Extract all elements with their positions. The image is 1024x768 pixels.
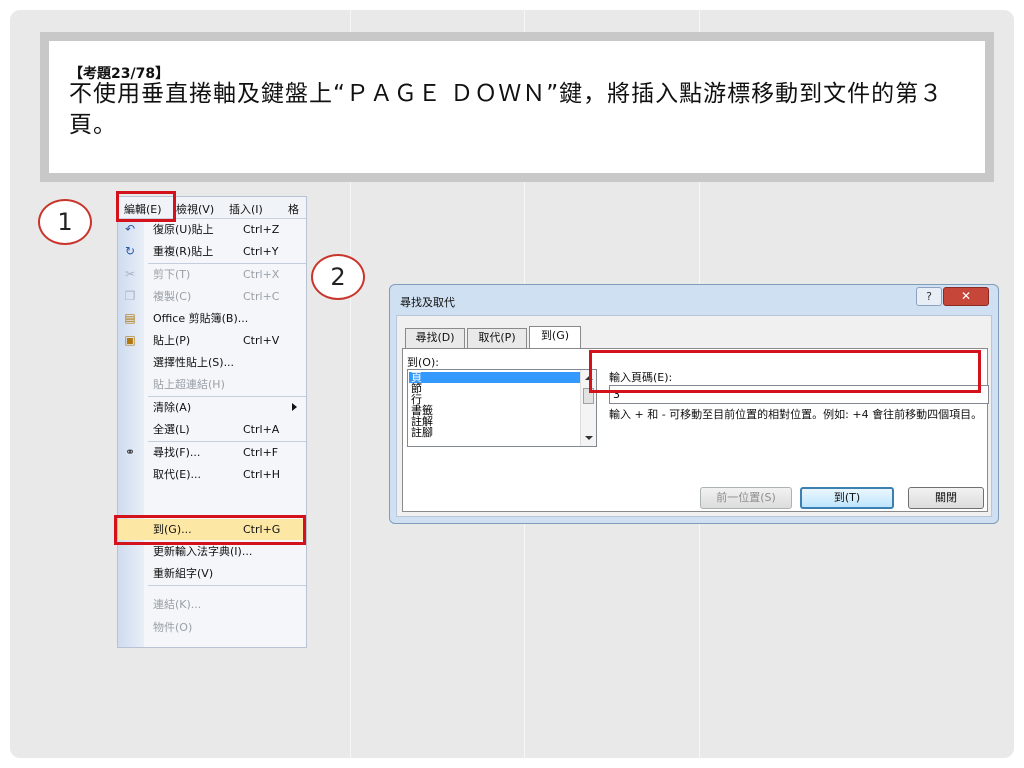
menu-separator	[148, 585, 306, 586]
menu-item-shortcut: Ctrl+F	[243, 446, 279, 459]
copy-icon: ❐	[124, 289, 136, 303]
menu-item-undo[interactable]: ↶ 復原(U)貼上 Ctrl+Z	[118, 219, 308, 240]
menu-item-copy[interactable]: ❐ 複製(C) Ctrl+C	[118, 286, 308, 307]
find-replace-dialog: 尋找及取代 ? ✕ 尋找(D) 取代(P) 到(G) 到(O): 頁 節 行 書…	[389, 284, 999, 524]
menu-item-replace[interactable]: 取代(E)... Ctrl+H	[118, 464, 308, 485]
menu-item-label: 剪下(T)	[153, 268, 191, 281]
tab-goto[interactable]: 到(G)	[529, 326, 581, 349]
question-box: 【考題23/78】 不使用垂直捲軸及鍵盤上“ＰＡＧＥ ＤＯＷＮ”鍵，將插入點游標…	[40, 32, 994, 182]
menu-item-label: 重新組字(V)	[153, 567, 214, 580]
menu-item-clear[interactable]: 清除(A)	[118, 397, 308, 418]
menu-item-label: 貼上超連結(H)	[153, 378, 225, 391]
menu-item-paste-hyperlink[interactable]: 貼上超連結(H)	[118, 374, 308, 395]
cut-icon: ✂	[124, 267, 136, 281]
edit-menu: 編輯(E) 檢視(V) 插入(I) 格 ↶ 復原(U)貼上 Ctrl+Z ↻ 重…	[117, 196, 307, 648]
previous-button[interactable]: 前一位置(S)	[700, 487, 792, 509]
menu-insert[interactable]: 插入(I)	[229, 201, 263, 217]
menu-item-label: 尋找(F)...	[153, 446, 201, 459]
menu-item-office-clipboard[interactable]: ▤ Office 剪貼簿(B)...	[118, 308, 308, 329]
close-icon[interactable]: ✕	[943, 287, 989, 306]
menu-item-shortcut: Ctrl+Z	[243, 223, 280, 236]
menu-item-shortcut: Ctrl+A	[243, 423, 280, 436]
menu-item-links[interactable]: 連結(K)...	[118, 594, 308, 615]
list-selection	[409, 372, 581, 383]
goto-what-label: 到(O):	[407, 356, 439, 369]
dialog-title: 尋找及取代	[400, 296, 455, 309]
tab-find[interactable]: 尋找(D)	[405, 328, 465, 348]
menu-item-label: 複製(C)	[153, 290, 192, 303]
menu-item-label: 清除(A)	[153, 401, 192, 414]
menu-item-shortcut: Ctrl+V	[243, 334, 280, 347]
menu-item-label: Office 剪貼簿(B)...	[153, 312, 249, 325]
menu-item-label: 取代(E)...	[153, 468, 202, 481]
tab-replace[interactable]: 取代(P)	[467, 328, 527, 348]
close-button[interactable]: 關閉	[908, 487, 984, 509]
goto-hint: 輸入 + 和 - 可移動至目前位置的相對位置。例如: +4 會往前移動四個項目。	[609, 408, 983, 421]
menu-item-shortcut: Ctrl+H	[243, 468, 281, 481]
menu-item-label: 重複(R)貼上	[153, 245, 214, 258]
binoculars-icon: ⚭	[124, 445, 136, 459]
menu-view[interactable]: 檢視(V)	[176, 201, 214, 217]
menu-item-label: 連結(K)...	[153, 598, 202, 611]
scroll-down-icon[interactable]	[585, 436, 593, 440]
undo-icon: ↶	[124, 222, 136, 236]
paste-icon: ▣	[124, 333, 136, 347]
menu-item-reconvert[interactable]: 重新組字(V)	[118, 563, 308, 584]
dialog-body: 尋找(D) 取代(P) 到(G) 到(O): 頁 節 行 書籤 註解 註腳 輸入…	[396, 315, 992, 517]
menu-item-cut[interactable]: ✂ 剪下(T) Ctrl+X	[118, 264, 308, 285]
menu-item-label: 選擇性貼上(S)...	[153, 356, 235, 369]
menu-item-shortcut: Ctrl+C	[243, 290, 280, 303]
submenu-arrow-icon	[292, 403, 297, 411]
highlight-page-number	[589, 350, 981, 393]
highlight-edit-menu	[116, 191, 176, 222]
menu-item-label: 物件(O)	[153, 621, 193, 634]
menu-item-object[interactable]: 物件(O)	[118, 617, 308, 638]
menu-item-label: 復原(U)貼上	[153, 223, 214, 236]
menu-item-shortcut: Ctrl+Y	[243, 245, 279, 258]
list-item[interactable]: 註腳	[411, 427, 433, 438]
redo-icon: ↻	[124, 244, 136, 258]
menu-item-paste[interactable]: ▣ 貼上(P) Ctrl+V	[118, 330, 308, 351]
menu-item-select-all[interactable]: 全選(L) Ctrl+A	[118, 419, 308, 440]
goto-button[interactable]: 到(T)	[800, 487, 894, 509]
menu-item-redo[interactable]: ↻ 重複(R)貼上 Ctrl+Y	[118, 241, 308, 262]
help-button[interactable]: ?	[916, 287, 942, 306]
highlight-goto-item	[114, 515, 306, 545]
step-1-marker: 1	[38, 199, 92, 245]
menu-item-label: 貼上(P)	[153, 334, 191, 347]
menu-format[interactable]: 格	[288, 201, 299, 217]
step-2-marker: 2	[311, 254, 365, 300]
menu-item-paste-special[interactable]: 選擇性貼上(S)...	[118, 352, 308, 373]
menu-item-label: 全選(L)	[153, 423, 190, 436]
menu-item-find[interactable]: ⚭ 尋找(F)... Ctrl+F	[118, 442, 308, 463]
question-text: 不使用垂直捲軸及鍵盤上“ＰＡＧＥ ＤＯＷＮ”鍵，將插入點游標移動到文件的第３頁。	[69, 81, 944, 138]
menu-item-shortcut: Ctrl+X	[243, 268, 280, 281]
clipboard-icon: ▤	[124, 311, 136, 325]
goto-what-list[interactable]: 頁 節 行 書籤 註解 註腳	[407, 369, 597, 447]
